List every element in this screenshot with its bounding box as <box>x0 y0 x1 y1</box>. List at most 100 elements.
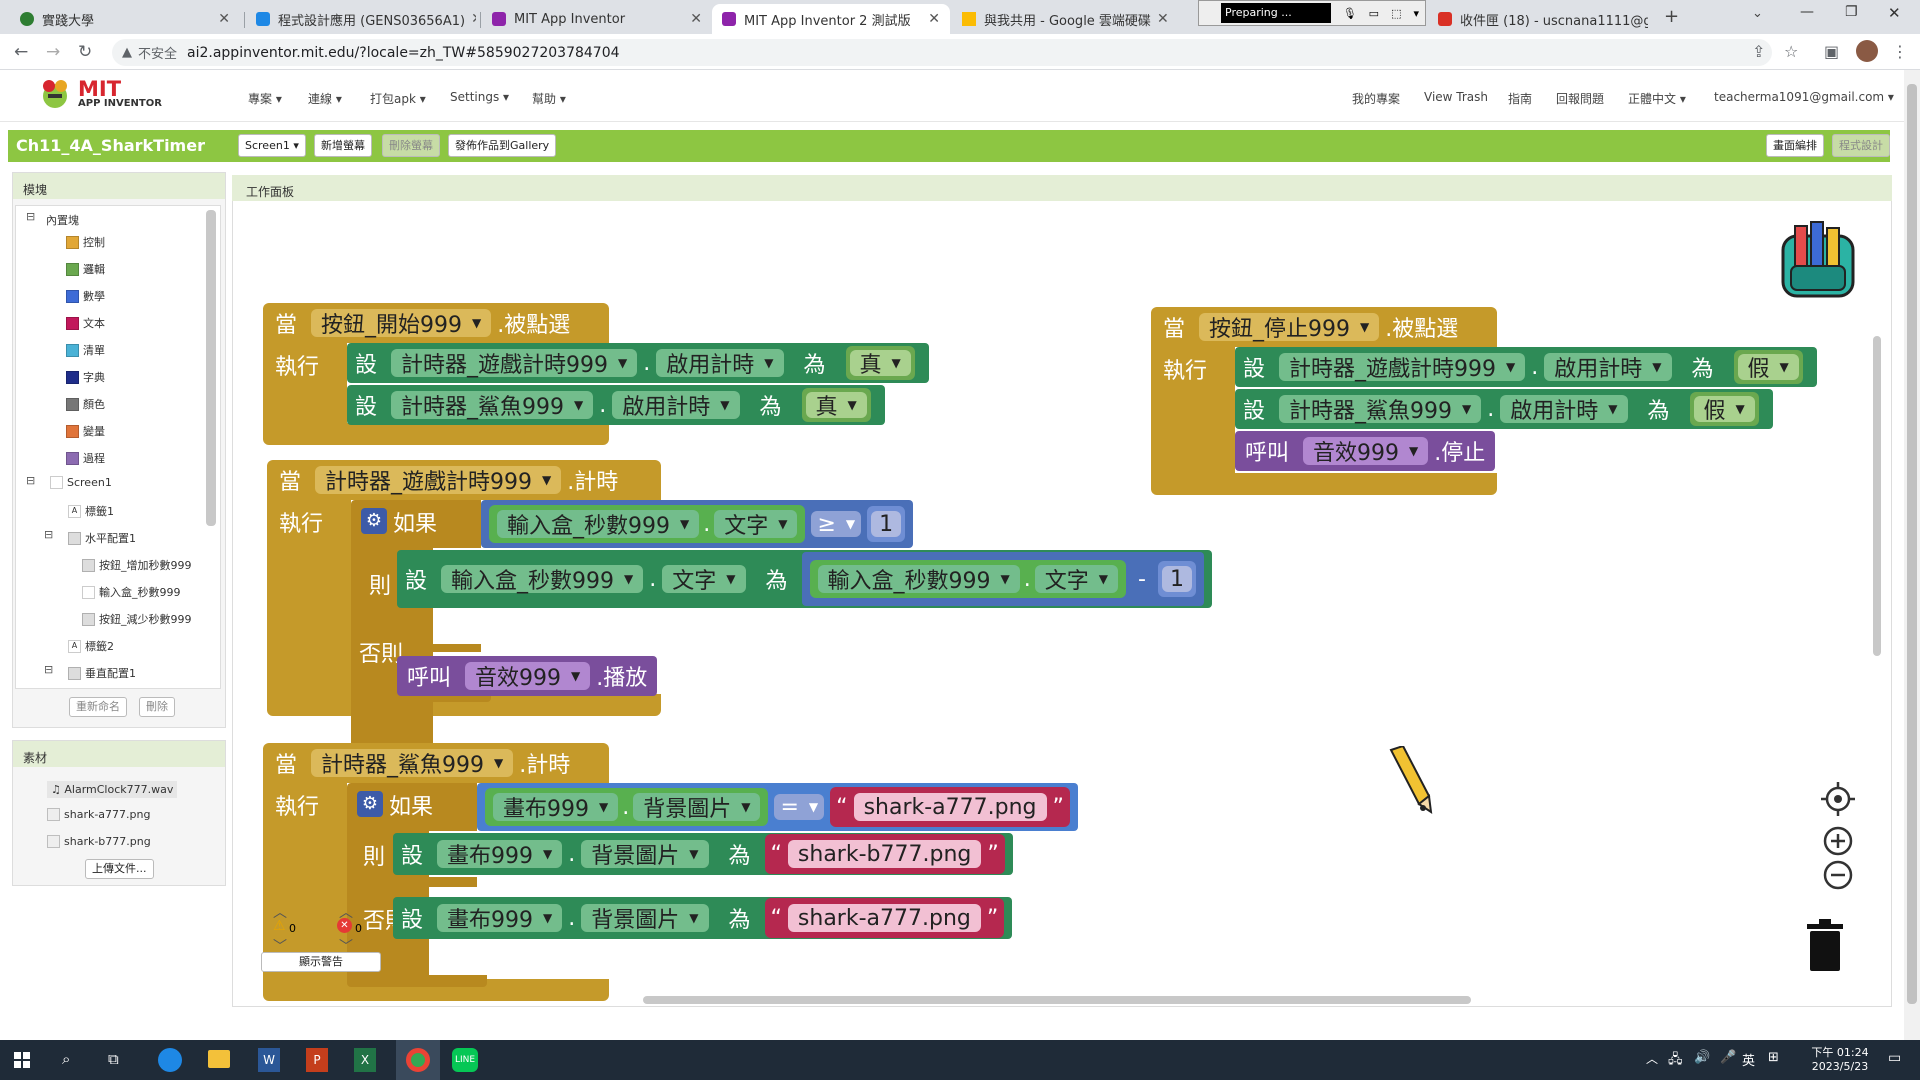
category-procedures[interactable]: 過程 <box>66 450 105 466</box>
volume-icon[interactable]: 🔊 <box>1694 1050 1710 1065</box>
screen-select[interactable]: Screen1 ▾ <box>238 134 306 157</box>
property-dropdown[interactable]: 啟用計時 ▼ <box>656 349 784 378</box>
vertical-scrollbar[interactable] <box>1873 336 1881 656</box>
mit-app-inventor-logo[interactable]: MIT APP INVENTOR <box>36 76 162 112</box>
view-trash-link[interactable]: View Trash <box>1424 90 1488 104</box>
forward-icon[interactable]: → <box>46 42 60 62</box>
remove-screen-button[interactable]: 刪除螢幕 <box>382 134 440 157</box>
powerpoint-icon[interactable]: P <box>306 1048 328 1072</box>
component-screen1[interactable]: Screen1 <box>50 476 112 489</box>
call-sound-stop-block[interactable]: 呼叫 音效999 ▼ .停止 <box>1235 431 1496 471</box>
logic-false-block[interactable]: 假 ▼ <box>1733 350 1803 384</box>
logic-false-block[interactable]: 假 ▼ <box>1689 392 1759 426</box>
set-block-textbox-text[interactable]: 設 輸入盒_秒數999 ▼ . 文字 ▼ 為 輸入盒_秒數999 ▼ . 文字 ▼ - … <box>397 550 1212 608</box>
category-variables[interactable]: 變量 <box>66 423 105 439</box>
component-dropdown[interactable]: 計時器_遊戲計時999 ▼ <box>1279 353 1526 382</box>
string-block[interactable]: “shark-b777.png” <box>764 834 1005 874</box>
menu-settings[interactable]: Settings ▾ <box>450 90 509 104</box>
compare-block-eq[interactable]: 畫布999 ▼ . 背景圖片 ▼ = ▼ “shark-a777.png” <box>477 783 1078 831</box>
restore-icon[interactable]: ❐ <box>1845 4 1858 20</box>
trash-can-icon[interactable] <box>1805 918 1845 972</box>
designer-button[interactable]: 畫面編排 <box>1766 134 1824 157</box>
blocks-workspace[interactable]: 當 按鈕_開始999 ▼ .被點選 執行 設 計時器_遊戲計時999 ▼ . 啟用計… <box>232 175 1892 1007</box>
number-block[interactable]: 1 <box>1157 561 1196 597</box>
category-logic[interactable]: 邏輯 <box>66 261 105 277</box>
search-icon[interactable]: ⌕ <box>62 1050 70 1068</box>
delete-button[interactable]: 刪除 <box>139 697 175 717</box>
url-field[interactable]: ▲ 不安全 ai2.appinventor.mit.edu/?locale=zh… <box>112 39 1772 66</box>
component-dropdown[interactable]: 計時器_鯊魚999 ▼ <box>391 391 594 420</box>
close-tab-icon[interactable]: ✕ <box>922 11 940 27</box>
line-app-icon[interactable]: LINE <box>452 1048 478 1072</box>
close-tab-icon[interactable]: ✕ <box>1151 11 1169 27</box>
page-scrollbar[interactable] <box>1904 70 1920 1040</box>
my-projects-link[interactable]: 我的專案 <box>1352 90 1400 107</box>
browser-tab-5[interactable]: 與我共用 - Google 雲端硬碟 ✕ <box>952 4 1178 34</box>
category-math[interactable]: 數學 <box>66 288 105 304</box>
set-block-shark-timer[interactable]: 設 計時器_鯊魚999 ▼ . 啟用計時 ▼ 為 假 ▼ <box>1235 389 1773 429</box>
set-block-game-timer[interactable]: 設 計時器_遊戲計時999 ▼ . 啟用計時 ▼ 為 真 ▼ <box>347 343 929 383</box>
set-block-canvas-bg-b[interactable]: 設 畫布999 ▼ . 背景圖片 ▼ 為 “shark-b777.png” <box>393 833 1013 875</box>
tray-chevron-icon[interactable]: ︿ <box>1646 1050 1658 1067</box>
textbox-text-getter[interactable]: 輸入盒_秒數999 ▼ . 文字 ▼ <box>489 505 806 543</box>
component-label1[interactable]: A 標籤1 <box>68 503 114 519</box>
ime-indicator[interactable]: 英 <box>1742 1050 1755 1069</box>
camera-icon[interactable]: ▭ <box>1369 7 1379 20</box>
language-menu[interactable]: 正體中文 ▾ <box>1628 90 1686 107</box>
microphone-icon[interactable]: 🎤 <box>1720 1050 1736 1065</box>
set-block-shark-timer[interactable]: 設 計時器_鯊魚999 ▼ . 啟用計時 ▼ 為 真 ▼ <box>347 385 885 425</box>
account-menu[interactable]: teacherma1091@gmail.com ▾ <box>1714 90 1894 104</box>
string-block[interactable]: “shark-a777.png” <box>764 898 1005 938</box>
mic-icon[interactable]: 🎙 <box>1343 7 1357 20</box>
component-dropdown[interactable]: 計時器_遊戲計時999 ▼ <box>391 349 638 378</box>
collapse-icon[interactable]: ⊟ <box>26 474 35 487</box>
browser-tab-4-active[interactable]: MIT App Inventor 2 測試版 ✕ <box>712 4 950 34</box>
operator-dropdown[interactable]: = ▼ <box>774 794 825 820</box>
browser-tab-3[interactable]: MIT App Inventor ✕ <box>482 4 712 34</box>
sidepanel-icon[interactable]: ▣ <box>1824 42 1839 61</box>
browser-tab-6[interactable]: 收件匣 (18) - uscnana1111@gmail.com ✕ <box>1428 4 1648 34</box>
horizontal-scrollbar[interactable] <box>643 996 1471 1004</box>
add-screen-button[interactable]: 新增螢幕 <box>314 134 372 157</box>
component-hbox1[interactable]: 水平配置1 <box>68 530 136 546</box>
region-icon[interactable]: ⬚ <box>1391 7 1401 20</box>
new-tab-icon[interactable]: + <box>1664 6 1679 27</box>
tab-search-icon[interactable]: ⌄ <box>1752 6 1763 21</box>
collapse-icon[interactable]: ⊟ <box>44 528 53 541</box>
component-dropdown[interactable]: 計時器_鯊魚999 ▼ <box>311 749 514 778</box>
property-dropdown[interactable]: 啟用計時 ▼ <box>1500 395 1628 424</box>
category-lists[interactable]: 清單 <box>66 342 105 358</box>
logic-true-block[interactable]: 真 ▼ <box>801 388 871 422</box>
close-tab-icon[interactable]: ✕ <box>684 11 702 27</box>
category-text[interactable]: 文本 <box>66 315 105 331</box>
rename-button[interactable]: 重新命名 <box>69 697 127 717</box>
set-block-game-timer[interactable]: 設 計時器_遊戲計時999 ▼ . 啟用計時 ▼ 為 假 ▼ <box>1235 347 1817 387</box>
show-warnings-button[interactable]: 顯示警告 <box>261 952 381 972</box>
property-dropdown[interactable]: 啟用計時 ▼ <box>1544 353 1672 382</box>
blocks-button[interactable]: 程式設計 <box>1832 134 1890 157</box>
close-tab-icon[interactable]: ✕ <box>212 11 230 27</box>
category-colors[interactable]: 顏色 <box>66 396 105 412</box>
component-dropdown[interactable]: 按鈕_開始999 ▼ <box>311 309 492 338</box>
more-menu-icon[interactable]: ⋮ <box>1892 42 1908 61</box>
excel-icon[interactable]: X <box>354 1048 376 1072</box>
compare-block-gte[interactable]: 輸入盒_秒數999 ▼ . 文字 ▼ ≥ ▼ 1 <box>481 500 914 548</box>
component-textbox[interactable]: 輸入盒_秒數999 <box>82 584 181 600</box>
media-file-shark-b[interactable]: shark-b777.png <box>47 835 151 848</box>
share-icon[interactable]: ⇪ <box>1752 42 1765 61</box>
textbox-text-getter[interactable]: 輸入盒_秒數999 ▼ . 文字 ▼ <box>809 560 1126 598</box>
component-dropdown[interactable]: 計時器_遊戲計時999 ▼ <box>315 466 562 495</box>
back-icon[interactable]: ← <box>14 42 28 62</box>
property-dropdown[interactable]: 啟用計時 ▼ <box>612 391 740 420</box>
call-sound-play-block[interactable]: 呼叫 音效999 ▼ .播放 <box>397 656 658 696</box>
guide-link[interactable]: 指南 <box>1508 90 1532 107</box>
media-file-shark-a[interactable]: shark-a777.png <box>47 808 150 821</box>
canvas-bg-getter[interactable]: 畫布999 ▼ . 背景圖片 ▼ <box>485 788 769 826</box>
component-dropdown[interactable]: 音效999 ▼ <box>1303 437 1429 466</box>
set-block-canvas-bg-a[interactable]: 設 畫布999 ▼ . 背景圖片 ▼ 為 “shark-a777.png” <box>393 897 1013 939</box>
browser-tab-2[interactable]: 程式設計應用 (GENS03656A1) ✕ <box>246 4 476 34</box>
zoom-in-icon[interactable] <box>1823 826 1853 856</box>
category-dictionary[interactable]: 字典 <box>66 369 105 385</box>
subtract-block[interactable]: 輸入盒_秒數999 ▼ . 文字 ▼ - 1 <box>801 552 1204 606</box>
gear-icon[interactable]: ⚙ <box>361 508 387 534</box>
